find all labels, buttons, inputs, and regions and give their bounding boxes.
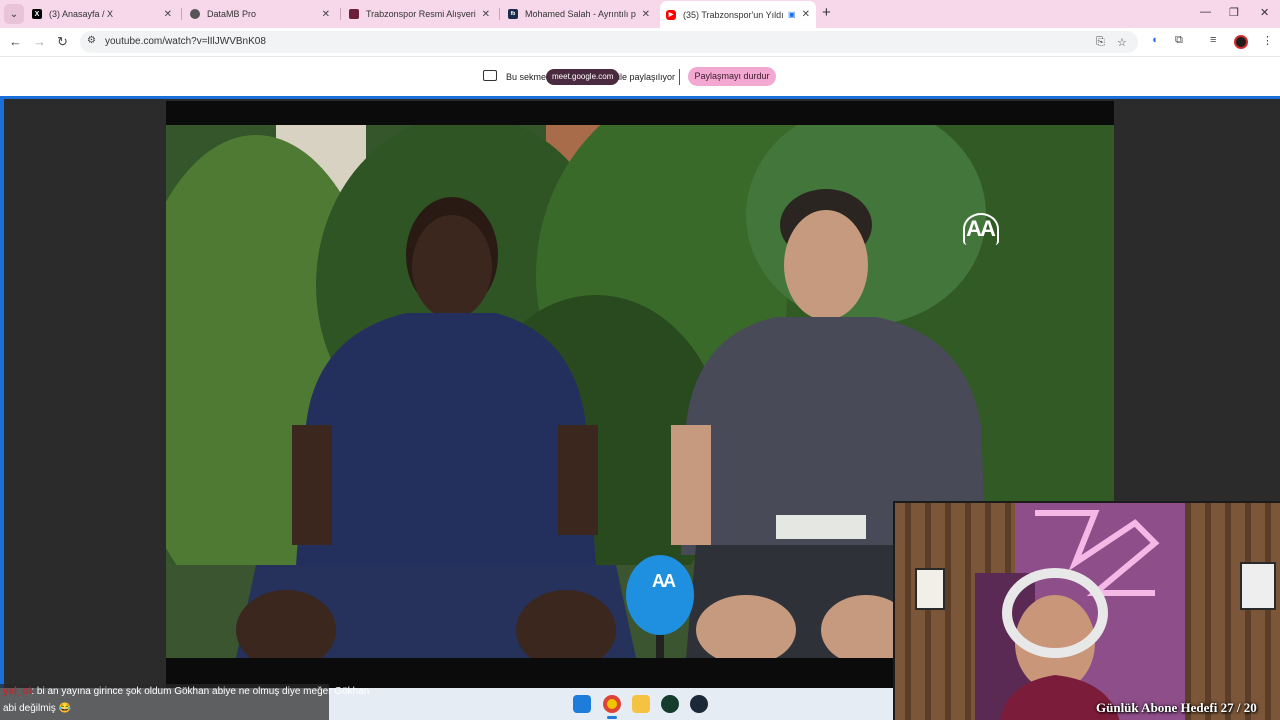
minimize-icon: — bbox=[1200, 6, 1211, 18]
trabzonspor-icon bbox=[349, 9, 359, 19]
install-app-icon[interactable]: ⎘ bbox=[1096, 36, 1105, 49]
close-window-button[interactable]: ✕ bbox=[1260, 6, 1269, 19]
site-info-icon[interactable]: ⚙ bbox=[87, 35, 96, 46]
tab-x[interactable]: X (3) Anasayfa / X ✕ bbox=[26, 3, 178, 25]
close-icon[interactable]: ✕ bbox=[642, 9, 650, 20]
arrow-right-icon: → bbox=[33, 34, 46, 49]
subscriber-goal-caption: Günlük Abone Hedefi 27 / 20 bbox=[1096, 700, 1257, 715]
reload-button[interactable]: ↻ bbox=[57, 34, 68, 50]
share-highlight-border bbox=[0, 99, 4, 691]
share-site-chip[interactable]: meet.google.com bbox=[546, 69, 620, 85]
share-text-after: ile paylaşılıyor bbox=[618, 72, 676, 82]
tab-title: (3) Anasayfa / X bbox=[49, 9, 114, 19]
plus-icon: + bbox=[822, 4, 831, 21]
close-icon[interactable]: ✕ bbox=[164, 9, 172, 20]
tab-datamb[interactable]: DataMB Pro ✕ bbox=[184, 3, 336, 25]
chat-message-line: yel_oi: bi an yayına girince şok oldum G… bbox=[3, 686, 369, 697]
restore-button[interactable]: ❐ bbox=[1229, 6, 1239, 19]
reading-list-icon[interactable]: ≡ bbox=[1210, 34, 1216, 46]
address-bar[interactable]: ⚙ youtube.com/watch?v=lIlJWVBnK08 ⎘ ☆ bbox=[80, 31, 1138, 53]
tab-sharing-infobar: Bu sekme meet.google.com ile paylaşılıyo… bbox=[0, 56, 1280, 96]
stream-chat-overlay: yel_oi: bi an yayına girince şok oldum G… bbox=[0, 684, 369, 720]
divider bbox=[679, 69, 680, 85]
fbref-icon: fb bbox=[508, 9, 518, 19]
browser-toolbar: ← → ↻ ⚙ youtube.com/watch?v=lIlJWVBnK08 … bbox=[0, 28, 1280, 56]
back-button[interactable]: ← bbox=[9, 34, 22, 49]
chat-message-continuation: abi değilmiş 😂 bbox=[3, 703, 72, 714]
youtube-icon: ▶ bbox=[666, 9, 676, 20]
chevron-down-icon: ⌄ bbox=[9, 8, 19, 20]
close-icon: ✕ bbox=[1260, 7, 1270, 19]
minimize-button[interactable]: — bbox=[1200, 6, 1211, 18]
webcam-scene bbox=[895, 503, 1280, 720]
new-tab-button[interactable]: + bbox=[822, 5, 831, 21]
screen-share-icon bbox=[483, 70, 497, 81]
close-icon[interactable]: ✕ bbox=[802, 9, 810, 20]
restore-icon: ❐ bbox=[1229, 7, 1239, 19]
tab-salah-stats[interactable]: fb Mohamed Salah - Ayrıntılı perfo ✕ bbox=[502, 3, 656, 25]
close-icon[interactable]: ✕ bbox=[482, 9, 490, 20]
framed-jersey bbox=[1240, 562, 1276, 610]
tab-separator bbox=[499, 8, 500, 20]
tab-title: Trabzonspor Resmi Alışveriş Sitesi bbox=[366, 9, 476, 19]
tab-youtube-active[interactable]: ▶ (35) Trabzonspor'un Yıldız K ▣ ✕ bbox=[660, 1, 816, 28]
browser-tab-strip: ⌄ X (3) Anasayfa / X ✕ DataMB Pro ✕ Trab… bbox=[0, 0, 1280, 28]
close-icon[interactable]: ✕ bbox=[322, 9, 330, 20]
file-explorer-icon[interactable] bbox=[632, 695, 650, 713]
extensions-puzzle-icon[interactable]: ⧉ bbox=[1175, 34, 1183, 47]
tab-separator bbox=[340, 8, 341, 20]
tab-trabzonspor-store[interactable]: Trabzonspor Resmi Alışveriş Sitesi ✕ bbox=[343, 3, 496, 25]
mic-logo-label: AA bbox=[652, 571, 676, 591]
address-url[interactable]: youtube.com/watch?v=lIlJWVBnK08 bbox=[105, 36, 266, 47]
bookmark-star-icon[interactable]: ☆ bbox=[1117, 36, 1127, 49]
reload-icon: ↻ bbox=[57, 34, 68, 49]
tab-title: DataMB Pro bbox=[207, 9, 257, 19]
framed-badge bbox=[915, 568, 945, 610]
tab-sharing-icon: ▣ bbox=[788, 10, 796, 19]
forward-button[interactable]: → bbox=[33, 34, 46, 49]
tab-title: (35) Trabzonspor'un Yıldız K bbox=[683, 9, 784, 20]
steam-icon[interactable] bbox=[690, 695, 708, 713]
aa-watermark-logo: AA bbox=[963, 213, 999, 245]
extension-icon[interactable]: ◖ bbox=[1151, 34, 1158, 46]
active-app-indicator bbox=[607, 716, 617, 719]
datamb-icon bbox=[190, 9, 200, 19]
x-logo-icon: X bbox=[32, 9, 42, 19]
chrome-icon[interactable] bbox=[603, 695, 621, 713]
profile-avatar[interactable] bbox=[1234, 35, 1248, 49]
app-icon[interactable] bbox=[661, 695, 679, 713]
arrow-left-icon: ← bbox=[9, 34, 22, 49]
stop-sharing-button[interactable]: Paylaşmayı durdur bbox=[688, 67, 776, 86]
tab-search-button[interactable]: ⌄ bbox=[4, 4, 24, 24]
chat-username: yel_oi bbox=[3, 686, 32, 697]
kebab-menu-icon[interactable]: ⋮ bbox=[1262, 34, 1273, 47]
windows-start-icon[interactable] bbox=[573, 695, 591, 713]
chat-message-text: : bi an yayına girince şok oldum Gökhan … bbox=[31, 686, 370, 697]
tab-separator bbox=[181, 8, 182, 20]
tab-title: Mohamed Salah - Ayrıntılı perfo bbox=[525, 9, 636, 19]
webcam-overlay bbox=[893, 501, 1280, 720]
share-text-before: Bu sekme bbox=[506, 72, 547, 82]
